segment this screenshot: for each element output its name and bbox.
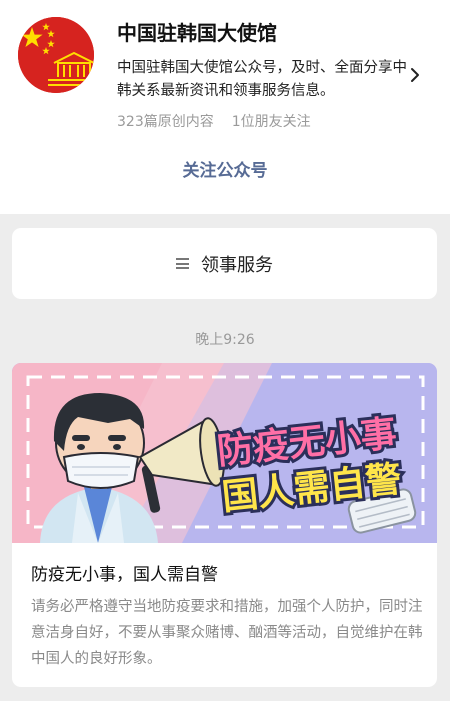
- account-name: 中国驻韩国大使馆: [117, 21, 277, 45]
- menu-label: 领事服务: [201, 254, 273, 276]
- menu-list-icon: [176, 258, 189, 269]
- article-summary: 请务必严格遵守当地防疫要求和措施，加强个人防护，同时注意洁身自好，不要从事聚众赌…: [31, 599, 423, 667]
- article-card[interactable]: 防疫无小事 国人需自警 防疫无小事，国人需自警 请务必严格遵守当地防疫要求和措施…: [12, 363, 437, 687]
- account-description: 中国驻韩国大使馆公众号，及时、全面分享中韩关系最新资讯和领事服务信息。: [117, 60, 407, 99]
- article-cover-image: 防疫无小事 国人需自警: [12, 363, 437, 543]
- consular-service-menu[interactable]: 领事服务: [12, 228, 437, 299]
- follow-button[interactable]: 关注公众号: [0, 152, 450, 190]
- message-timestamp: 晚上9:26: [195, 332, 255, 348]
- articles-count: 323篇原创内容: [117, 114, 214, 130]
- account-stats: 323篇原创内容 1位朋友关注: [117, 111, 311, 131]
- article-title: 防疫无小事，国人需自警: [31, 565, 218, 585]
- chevron-right-icon[interactable]: [408, 64, 422, 86]
- account-profile-header: 中国驻韩国大使馆 中国驻韩国大使馆公众号，及时、全面分享中韩关系最新资讯和领事服…: [0, 0, 450, 214]
- friends-following: 1位朋友关注: [231, 114, 311, 130]
- emblem-avatar-icon[interactable]: [18, 17, 94, 93]
